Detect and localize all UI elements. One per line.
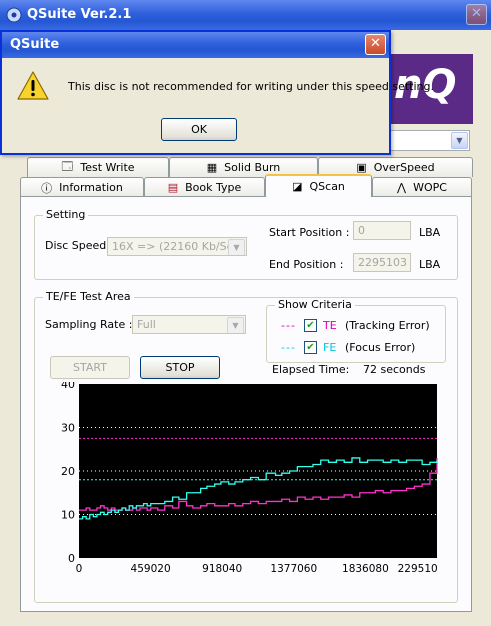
elapsed-time-label: Elapsed Time: — [272, 363, 350, 376]
x-tick-label: 918040 — [202, 563, 242, 575]
tab-label: QScan — [309, 180, 345, 193]
test-write-icon: 🗔 — [61, 160, 74, 173]
main-titlebar[interactable]: QSuite Ver.2.1 ✕ — [0, 0, 491, 30]
tab-label: WOPC — [413, 181, 447, 194]
window-close-button[interactable]: ✕ — [466, 4, 487, 25]
show-criteria-group: Show Criteria --- ✔ TE (Tracking Error) … — [266, 298, 446, 363]
tab-label: OverSpeed — [373, 161, 435, 174]
y-tick-label: 10 — [61, 509, 75, 522]
warning-icon — [17, 71, 49, 100]
te-code: TE — [323, 319, 337, 332]
info-icon: ⓘ — [41, 181, 53, 195]
x-tick-label: 459020 — [131, 563, 171, 575]
elapsed-time-value: 72 seconds — [363, 363, 426, 376]
y-tick-label: 20 — [61, 465, 75, 478]
tab-book-type[interactable]: ▤ Book Type — [144, 177, 265, 197]
main-window: QSuite Ver.2.1 ✕ nQ ▼ 🗔 Test Write ▦ Sol… — [0, 0, 491, 626]
stop-button[interactable]: STOP — [140, 356, 220, 379]
qscan-icon: ◪ — [292, 180, 303, 193]
chevron-down-icon: ▼ — [227, 317, 244, 333]
tab-label: Test Write — [80, 161, 135, 174]
chevron-down-icon[interactable]: ▼ — [451, 132, 468, 149]
chevron-down-icon: ▼ — [228, 239, 245, 255]
tab-test-write[interactable]: 🗔 Test Write — [27, 157, 169, 177]
te-checkbox[interactable]: ✔ — [304, 319, 317, 332]
solid-burn-icon: ▦ — [206, 161, 218, 174]
end-lba-unit: LBA — [419, 258, 441, 271]
start-position-field[interactable]: 0 — [353, 221, 411, 240]
show-criteria-legend: Show Criteria — [275, 298, 355, 311]
fe-code: FE — [323, 341, 337, 354]
fe-description: (Focus Error) — [345, 341, 416, 354]
te-fe-chart: 0 10 20 30 40 0 459020 918040 1377060 1836080 229… — [48, 378, 444, 576]
book-type-icon: ▤ — [167, 181, 179, 194]
disc-speed-label: Disc Speed: — [45, 239, 110, 252]
test-area-legend: TE/FE Test Area — [43, 290, 134, 303]
x-tick-label: 0 — [76, 563, 83, 575]
y-tick-label: 0 — [68, 552, 75, 565]
dialog-titlebar[interactable]: QSuite ✕ — [2, 32, 389, 58]
setting-group: Setting Disc Speed: 16X => (22160 Kb/Sec… — [34, 208, 458, 280]
start-button[interactable]: START — [50, 356, 130, 379]
ok-button[interactable]: OK — [161, 118, 237, 141]
setting-legend: Setting — [43, 208, 89, 221]
tab-wopc[interactable]: ⋀ WOPC — [372, 177, 472, 197]
window-title: QSuite Ver.2.1 — [27, 7, 132, 22]
drive-select[interactable]: ▼ — [378, 130, 470, 151]
start-position-label: Start Position : — [269, 226, 350, 239]
tab-label: Book Type — [185, 181, 242, 194]
dialog-title: QSuite — [10, 37, 60, 52]
fe-checkbox[interactable]: ✔ — [304, 341, 317, 354]
dialog-close-button[interactable]: ✕ — [365, 34, 386, 55]
y-tick-label: 30 — [61, 422, 75, 435]
x-tick-label: 1377060 — [270, 563, 317, 575]
tab-information[interactable]: ⓘ Information — [20, 177, 144, 197]
wopc-icon: ⋀ — [397, 181, 407, 194]
end-position-label: End Position : — [269, 258, 344, 271]
qscan-panel: Setting Disc Speed: 16X => (22160 Kb/Sec… — [20, 196, 472, 612]
app-icon — [6, 7, 22, 23]
y-tick-label: 40 — [61, 382, 75, 391]
sampling-rate-label: Sampling Rate : — [45, 318, 133, 331]
tab-label: Information — [59, 181, 123, 194]
te-fe-chart-svg: 0 10 20 30 40 0 459020 918040 1377060 1836080 229… — [61, 378, 444, 575]
tab-qscan[interactable]: ◪ QScan — [265, 174, 372, 197]
sampling-rate-select[interactable]: Full ▼ — [132, 315, 246, 334]
end-position-field[interactable]: 2295103 — [353, 253, 411, 272]
te-description: (Tracking Error) — [345, 319, 430, 332]
te-line-sample: --- — [281, 319, 296, 332]
sampling-rate-value: Full — [137, 318, 156, 331]
start-lba-unit: LBA — [419, 226, 441, 239]
disc-speed-select[interactable]: 16X => (22160 Kb/Sec) ▼ — [107, 237, 247, 256]
x-tick-label: 2295103 — [398, 563, 438, 575]
fe-line-sample: --- — [281, 341, 296, 354]
x-tick-label: 1836080 — [342, 563, 389, 575]
warning-dialog: QSuite ✕ This disc is not recommended fo… — [0, 30, 434, 155]
disc-speed-value: 16X => (22160 Kb/Sec) — [112, 240, 244, 253]
dialog-message: This disc is not recommended for writing… — [68, 80, 434, 93]
overspeed-icon: ▣ — [356, 161, 367, 174]
tab-label: Solid Burn — [224, 161, 281, 174]
